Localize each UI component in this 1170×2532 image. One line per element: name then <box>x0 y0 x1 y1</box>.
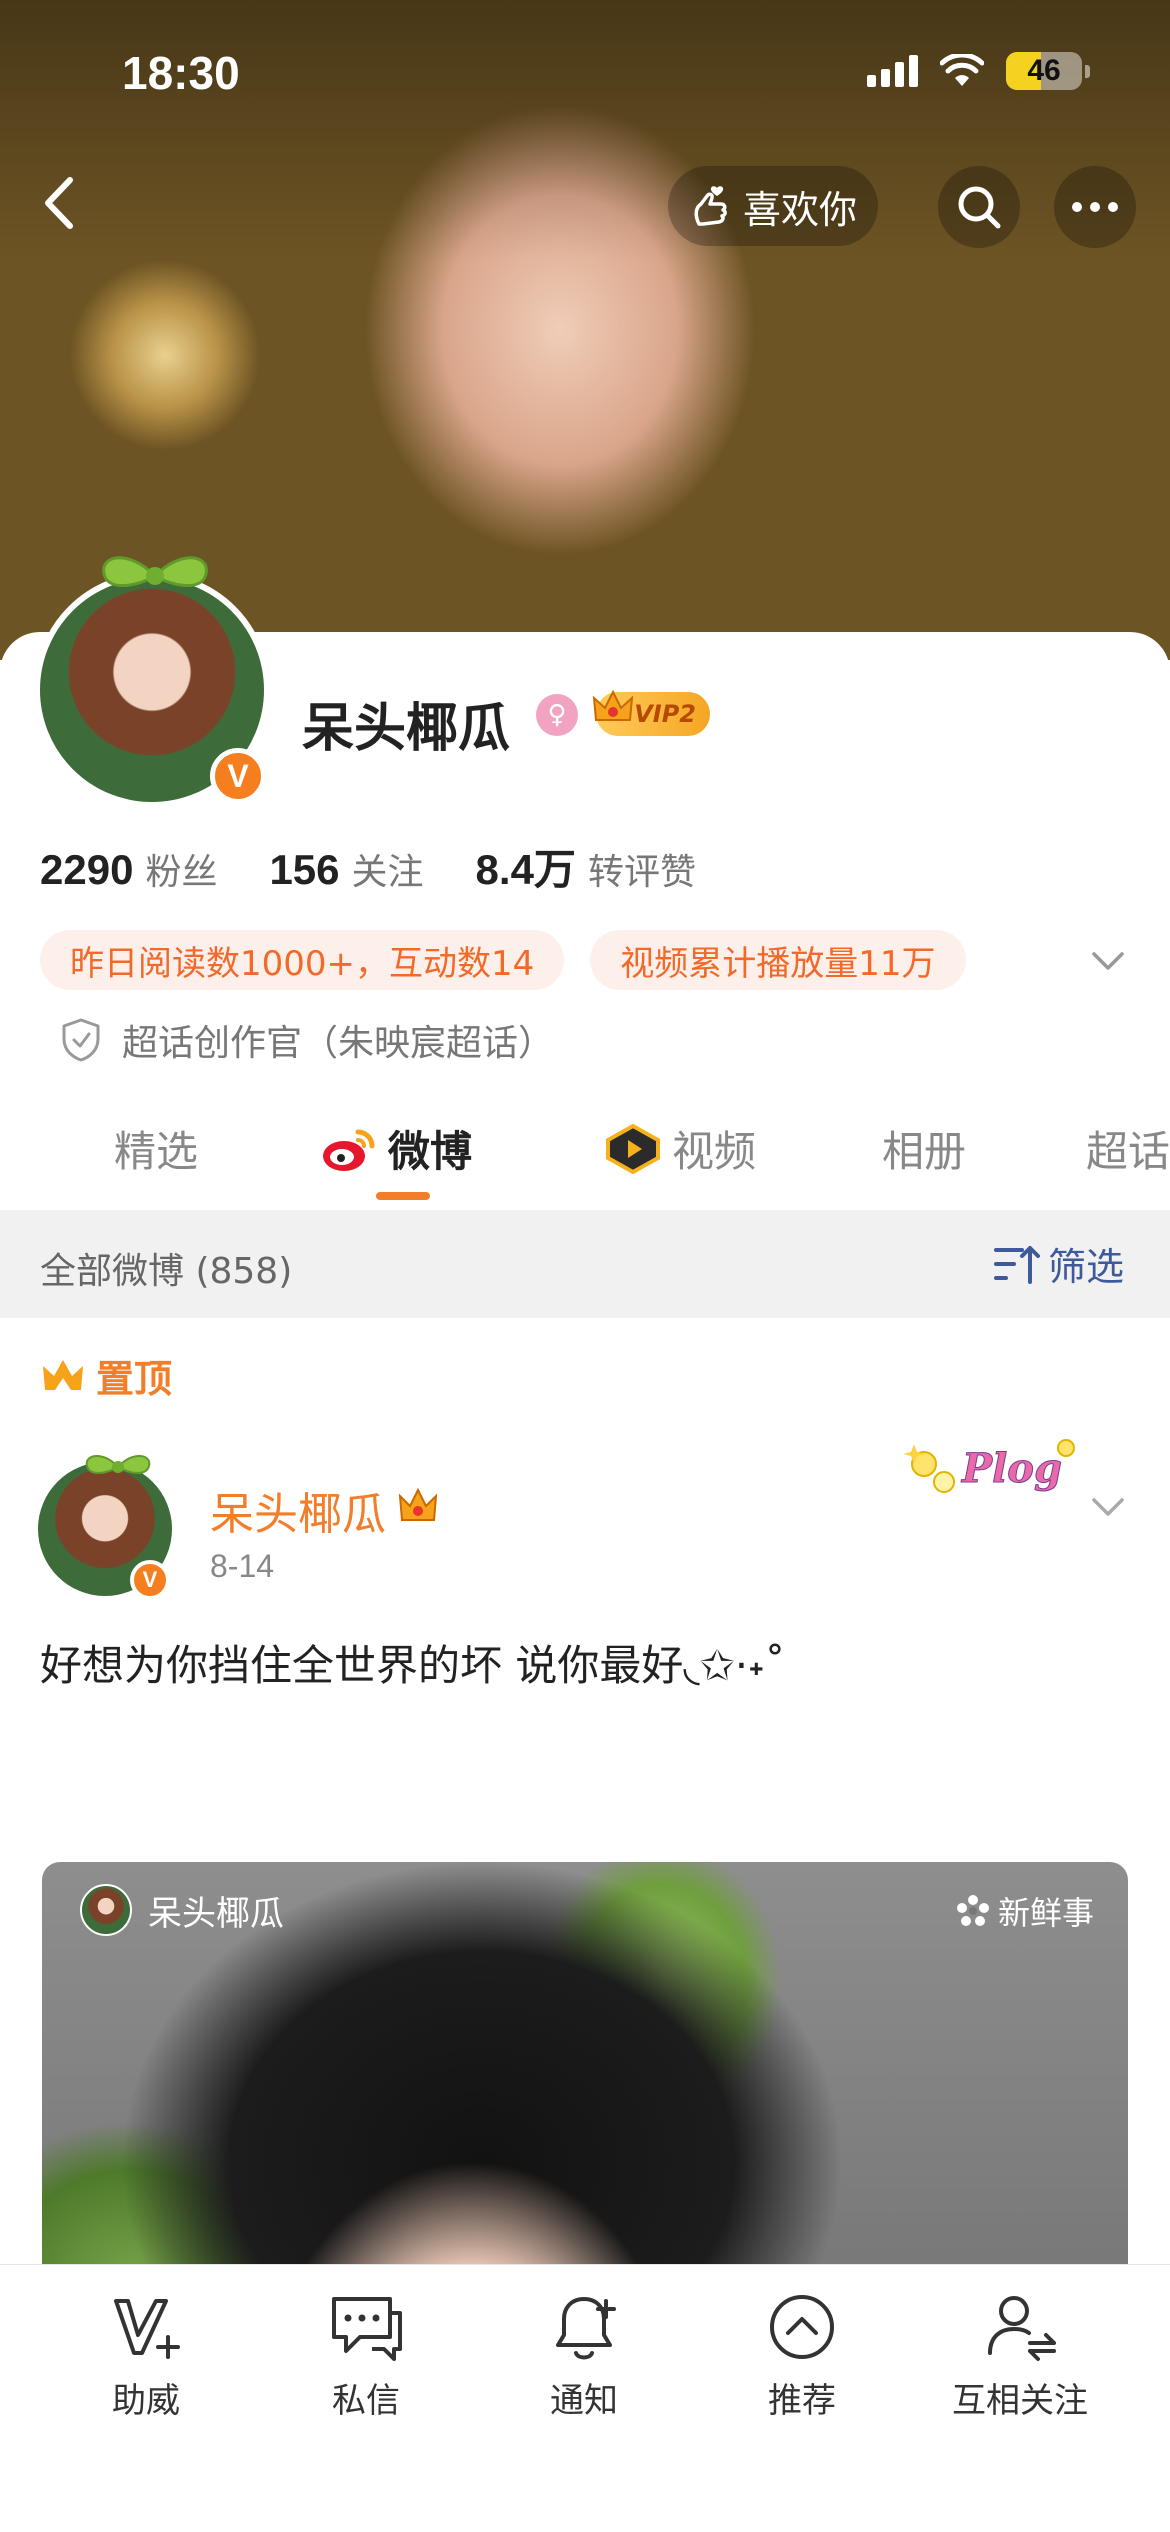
image-source-label: 新鲜事 <box>997 1894 1094 1932</box>
stat-label: 粉丝 <box>145 852 218 893</box>
bottom-nav-label: 私信 <box>332 2381 400 2421</box>
tab-super-topic[interactable]: 超话 <box>1086 1118 1170 1179</box>
female-gender-icon: ♀ <box>536 694 578 736</box>
tag-video-plays[interactable]: 视频累计播放量11万 <box>590 930 966 990</box>
pinned-label: 置顶 <box>40 1348 172 1403</box>
image-author-watermark: 呆头椰瓜 <box>80 1884 284 1936</box>
pinned-text: 置顶 <box>96 1357 173 1401</box>
active-tab-indicator <box>376 1192 430 1200</box>
cellular-signal-icon <box>867 55 918 87</box>
shield-icon <box>62 1018 100 1062</box>
profile-name: 呆头椰瓜 <box>302 699 511 759</box>
verified-badge: V <box>130 1560 170 1600</box>
crown-icon <box>592 689 634 721</box>
stat-value: 8.4万 <box>475 846 576 893</box>
image-author-avatar <box>80 1884 132 1936</box>
super-chat-role[interactable]: 超话创作官（朱映宸超话） <box>60 1014 554 1066</box>
plog-sticker-icon: Plog <box>903 1439 1075 1493</box>
vip-badge[interactable]: VIP2 <box>592 689 710 736</box>
stat-value: 2290 <box>40 846 134 893</box>
super-chat-label: 超话创作官（朱映宸超话） <box>122 1023 555 1064</box>
tab-video[interactable]: 视频 <box>604 1118 756 1179</box>
cheer-button[interactable]: 助威 <box>36 2287 256 2422</box>
weibo-logo-icon <box>323 1129 375 1171</box>
profile-stats: 2290 粉丝 156 关注 8.4万 转评赞 <box>40 836 696 897</box>
chevron-down-icon[interactable] <box>1088 940 1128 980</box>
stat-label: 关注 <box>351 852 424 893</box>
filter-button[interactable]: 筛选 <box>992 1236 1124 1291</box>
chat-icon <box>332 2297 402 2361</box>
image-author-name: 呆头椰瓜 <box>148 1893 284 1934</box>
filter-bar: 全部微博 (858) 筛选 <box>0 1210 1170 1318</box>
crown-icon <box>43 1359 83 1390</box>
chevron-up-circle-icon <box>770 2295 834 2359</box>
post-count: 全部微博 (858) <box>40 1251 293 1292</box>
message-button[interactable]: 私信 <box>256 2287 476 2422</box>
bell-plus-icon <box>556 2297 616 2360</box>
bottom-nav-label: 助威 <box>112 2381 180 2421</box>
verified-badge: V <box>210 748 266 804</box>
stat-following[interactable]: 156 关注 <box>269 843 423 895</box>
video-play-icon <box>606 1123 660 1174</box>
notify-button[interactable]: 通知 <box>474 2287 694 2422</box>
stat-value: 156 <box>269 846 340 893</box>
bottom-action-bar: 助威 私信 通知 推荐 互相关注 <box>0 2264 1170 2532</box>
status-indicators: 46 <box>867 52 1090 90</box>
stat-label: 转评赞 <box>587 852 696 893</box>
bottom-nav-label: 推荐 <box>768 2381 836 2421</box>
post-date: 8-14 <box>210 1548 275 1584</box>
recommend-button[interactable]: 推荐 <box>692 2287 912 2422</box>
like-you-label: 喜欢你 <box>742 187 857 232</box>
bottom-nav-label: 通知 <box>550 2381 618 2421</box>
hand-heart-icon <box>694 186 727 226</box>
filter-sort-icon <box>993 1245 1040 1284</box>
mutual-follow-icon <box>988 2296 1056 2361</box>
more-dots-icon <box>1072 202 1118 212</box>
more-button[interactable] <box>1054 166 1136 248</box>
v-plus-icon <box>114 2299 180 2359</box>
sparkle-icon <box>956 1895 989 1926</box>
content-tabs: 精选 微博 视频 相册 超话 <box>0 1100 1170 1210</box>
tab-weibo[interactable]: 微博 <box>320 1118 472 1179</box>
plog-text: Plog <box>961 1445 1062 1492</box>
image-source-badge: 新鲜事 <box>956 1888 1094 1934</box>
profile-tags: 昨日阅读数1000+，互动数14 视频累计播放量11万 <box>40 930 966 990</box>
status-time: 18:30 <box>122 47 240 99</box>
search-icon <box>958 186 1001 229</box>
back-button[interactable] <box>26 168 96 238</box>
tab-album[interactable]: 相册 <box>882 1118 966 1179</box>
post-text: 好想为你挡住全世界的坏 说你最好◟✩·˖˚ <box>40 1641 786 1690</box>
green-bow-icon <box>102 556 208 588</box>
bottom-nav-label: 互相关注 <box>952 2381 1088 2421</box>
member-crown-icon <box>398 1487 438 1521</box>
stat-engagement[interactable]: 8.4万 转评赞 <box>476 836 696 897</box>
tab-label: 视频 <box>672 1127 757 1176</box>
tab-label: 超话 <box>1086 1127 1170 1176</box>
chevron-left-icon <box>45 177 73 229</box>
post-author-name[interactable]: 呆头椰瓜 <box>210 1478 386 1542</box>
tab-label: 精选 <box>114 1127 199 1176</box>
mutual-follow-button[interactable]: 互相关注 <box>910 2287 1130 2422</box>
tab-featured[interactable]: 精选 <box>114 1118 198 1179</box>
tag-reading-stats[interactable]: 昨日阅读数1000+，互动数14 <box>40 930 565 990</box>
vip-label: VIP2 <box>634 700 696 728</box>
search-button[interactable] <box>938 166 1020 248</box>
filter-label: 筛选 <box>1047 1245 1124 1289</box>
battery-icon: 46 <box>1006 52 1090 90</box>
tab-label: 相册 <box>882 1127 967 1176</box>
stat-followers[interactable]: 2290 粉丝 <box>40 843 217 895</box>
post-options-chevron-icon[interactable] <box>1086 1484 1130 1528</box>
like-you-button[interactable]: 喜欢你 <box>668 166 878 246</box>
wifi-icon <box>940 54 984 86</box>
tab-label: 微博 <box>388 1127 473 1176</box>
battery-text: 46 <box>1027 54 1061 87</box>
green-bow-icon <box>85 1455 151 1474</box>
